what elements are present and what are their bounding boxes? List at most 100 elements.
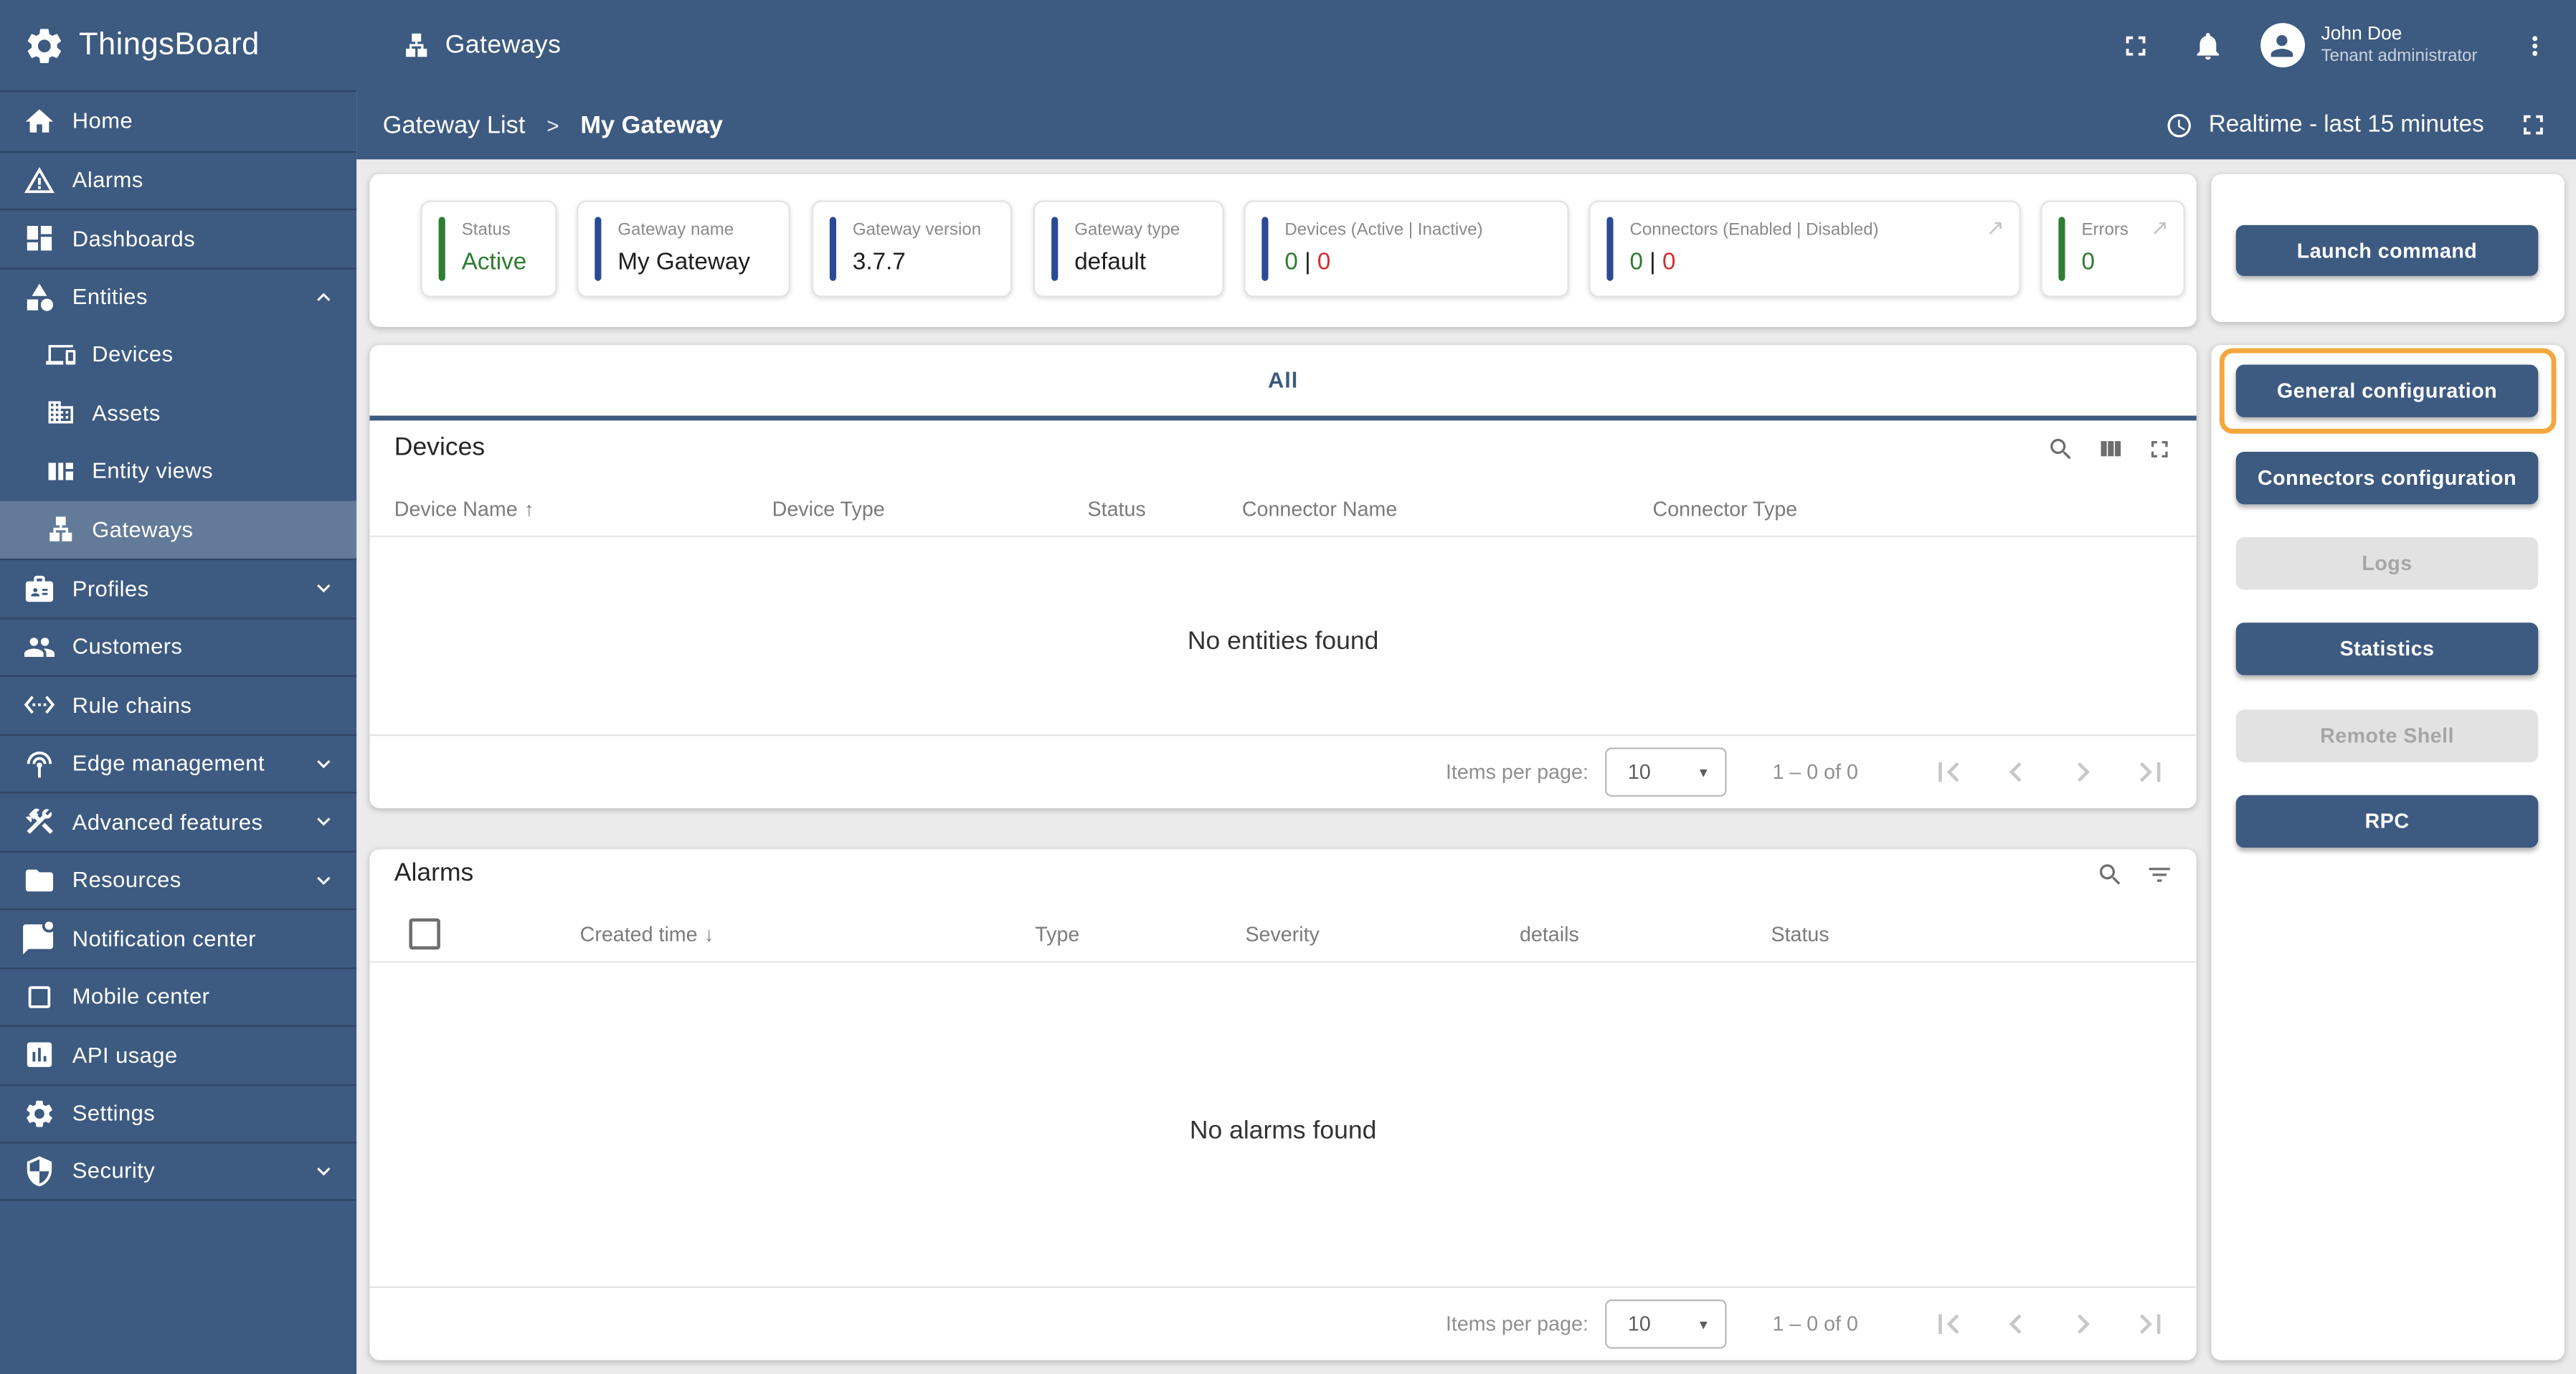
page-size-select[interactable]: 10 ▼ (1604, 747, 1727, 797)
items-per-page-label: Items per page: (1445, 760, 1588, 784)
dashboards-icon (27, 226, 52, 251)
col-status[interactable]: Status (1088, 498, 1146, 521)
gateway-icon (406, 33, 427, 57)
search-icon[interactable] (2096, 860, 2124, 888)
page-title: Gateways (402, 30, 561, 60)
rpc-button[interactable]: RPC (2235, 795, 2539, 848)
col-severity[interactable]: Severity (1245, 923, 1319, 946)
dashboard-fullscreen-icon[interactable] (2517, 108, 2550, 141)
sidebar-item-security[interactable]: Security (0, 1142, 357, 1200)
chevron-up-icon (317, 292, 331, 301)
caret-down-icon: ▼ (1697, 764, 1710, 780)
tab-all[interactable]: All (1239, 368, 1328, 392)
more-vert-icon[interactable] (2520, 30, 2549, 60)
devices-widget-title: Devices (394, 433, 486, 462)
breadcrumb: Gateway List > My Gateway (383, 111, 723, 139)
statistics-button[interactable]: Statistics (2235, 622, 2539, 676)
sidebar-item-gateways[interactable]: Gateways (0, 500, 357, 559)
col-details[interactable]: details (1520, 923, 1579, 946)
sidebar-item-devices[interactable]: Devices (0, 326, 356, 384)
launch-command-card: Launch command (2211, 174, 2565, 322)
devices-widget-card: All Devices Device Name ↑ Device Type Sta… (369, 345, 2197, 809)
logs-button[interactable]: Logs (2235, 537, 2539, 590)
sidebar-item-assets[interactable]: Assets (0, 384, 356, 442)
sidebar-item-alarms[interactable]: Alarms (0, 150, 357, 209)
prev-page-icon[interactable] (1996, 752, 2035, 792)
profiles-icon (25, 576, 54, 602)
first-page-icon[interactable] (1928, 752, 1968, 792)
chevron-down-icon (317, 876, 331, 885)
col-created-time[interactable]: Created time ↓ (580, 923, 714, 946)
page-size-select[interactable]: 10 ▼ (1604, 1299, 1727, 1349)
sidebar-item-rule-chains[interactable]: Rule chains (0, 675, 357, 734)
person-icon (2271, 34, 2294, 57)
general-configuration-button[interactable]: General configuration (2235, 364, 2539, 417)
col-type[interactable]: Type (1035, 923, 1079, 946)
sidebar-item-profiles[interactable]: Profiles (0, 558, 357, 617)
next-page-icon[interactable] (2063, 1304, 2103, 1344)
columns-icon[interactable] (2096, 435, 2124, 463)
sidebar-item-resources[interactable]: Resources (0, 850, 357, 908)
sidebar-item-dashboards[interactable]: Dashboards (0, 208, 357, 267)
brand-name: ThingsBoard (78, 27, 260, 62)
sidebar-item-notification-center[interactable]: Notification center (0, 908, 357, 967)
remote-shell-button[interactable]: Remote Shell (2235, 709, 2539, 762)
alarms-widget-title: Alarms (394, 859, 474, 888)
entities-icon (27, 283, 54, 311)
last-page-icon[interactable] (2131, 752, 2170, 792)
col-alarm-status[interactable]: Status (1771, 923, 1829, 946)
col-connector-type[interactable]: Connector Type (1653, 498, 1798, 521)
col-device-name[interactable]: Device Name ↑ (394, 498, 534, 521)
devices-widget-header: Devices (394, 427, 2174, 470)
select-all-checkbox[interactable] (409, 918, 440, 950)
sidebar-item-customers[interactable]: Customers (0, 617, 357, 675)
notification-center-icon (23, 921, 54, 955)
devices-empty-state: No entities found (1187, 627, 1379, 656)
user-role: Tenant administrator (2321, 46, 2478, 66)
accent-bar (2058, 217, 2065, 281)
sidebar-nav: Home Alarms Dashboards Entities Devices … (0, 90, 357, 1374)
edge-management-icon (27, 751, 52, 777)
sidebar-item-mobile-center[interactable]: Mobile center (0, 967, 357, 1025)
sidebar-item-settings[interactable]: Settings (0, 1083, 357, 1142)
breadcrumb-parent[interactable]: Gateway List (383, 111, 526, 139)
connectors-configuration-button[interactable]: Connectors configuration (2235, 451, 2539, 505)
alarms-empty-state: No alarms found (1189, 1117, 1377, 1145)
fullscreen-icon[interactable] (2146, 435, 2174, 463)
external-link-icon[interactable]: ↗ (2151, 215, 2169, 242)
filter-icon[interactable] (2146, 860, 2174, 888)
first-page-icon[interactable] (1928, 1304, 1968, 1344)
gateway-version-card: Gateway version 3.7.7 (811, 200, 1013, 298)
col-connector-name[interactable]: Connector Name (1242, 498, 1397, 521)
gateway-status-row: Status Active Gateway name My Gateway Ga… (369, 174, 2197, 327)
thingsboard-logo[interactable]: ThingsBoard (23, 24, 356, 67)
user-avatar[interactable] (2260, 23, 2305, 67)
timewindow-label[interactable]: Realtime - last 15 minutes (2209, 112, 2484, 138)
breadcrumb-current: My Gateway (580, 110, 724, 139)
next-page-icon[interactable] (2063, 752, 2103, 792)
folder-icon (25, 869, 54, 891)
last-page-icon[interactable] (2131, 1304, 2170, 1344)
notifications-bell-icon[interactable] (2192, 29, 2225, 62)
header-actions: John Doe Tenant administrator (2080, 22, 2549, 67)
sort-desc-icon: ↓ (704, 923, 714, 947)
col-device-type[interactable]: Device Type (772, 498, 885, 521)
sidebar-item-home[interactable]: Home (0, 92, 356, 150)
sidebar-item-advanced-features[interactable]: Advanced features (0, 792, 357, 850)
sidebar-item-entity-views[interactable]: Entity views (0, 442, 356, 500)
search-icon[interactable] (2047, 435, 2075, 463)
sidebar-item-edge-management[interactable]: Edge management (0, 733, 357, 792)
accent-bar (829, 217, 835, 281)
sidebar-item-entities[interactable]: Entities (0, 267, 357, 325)
prev-page-icon[interactable] (1996, 1304, 2035, 1344)
external-link-icon[interactable]: ↗ (1987, 215, 2004, 242)
user-info: John Doe Tenant administrator (2321, 22, 2478, 67)
errors-count-card: Errors 0 ↗ (2040, 200, 2185, 298)
alarms-paginator: Items per page: 10 ▼ 1 – 0 of 0 (369, 1286, 2197, 1360)
fullscreen-icon[interactable] (2119, 29, 2152, 62)
sidebar-item-api-usage[interactable]: API usage (0, 1025, 357, 1083)
accent-bar (595, 217, 601, 281)
launch-command-button[interactable]: Launch command (2235, 224, 2539, 276)
devices-icon (46, 344, 76, 364)
advanced-features-icon (26, 809, 53, 835)
